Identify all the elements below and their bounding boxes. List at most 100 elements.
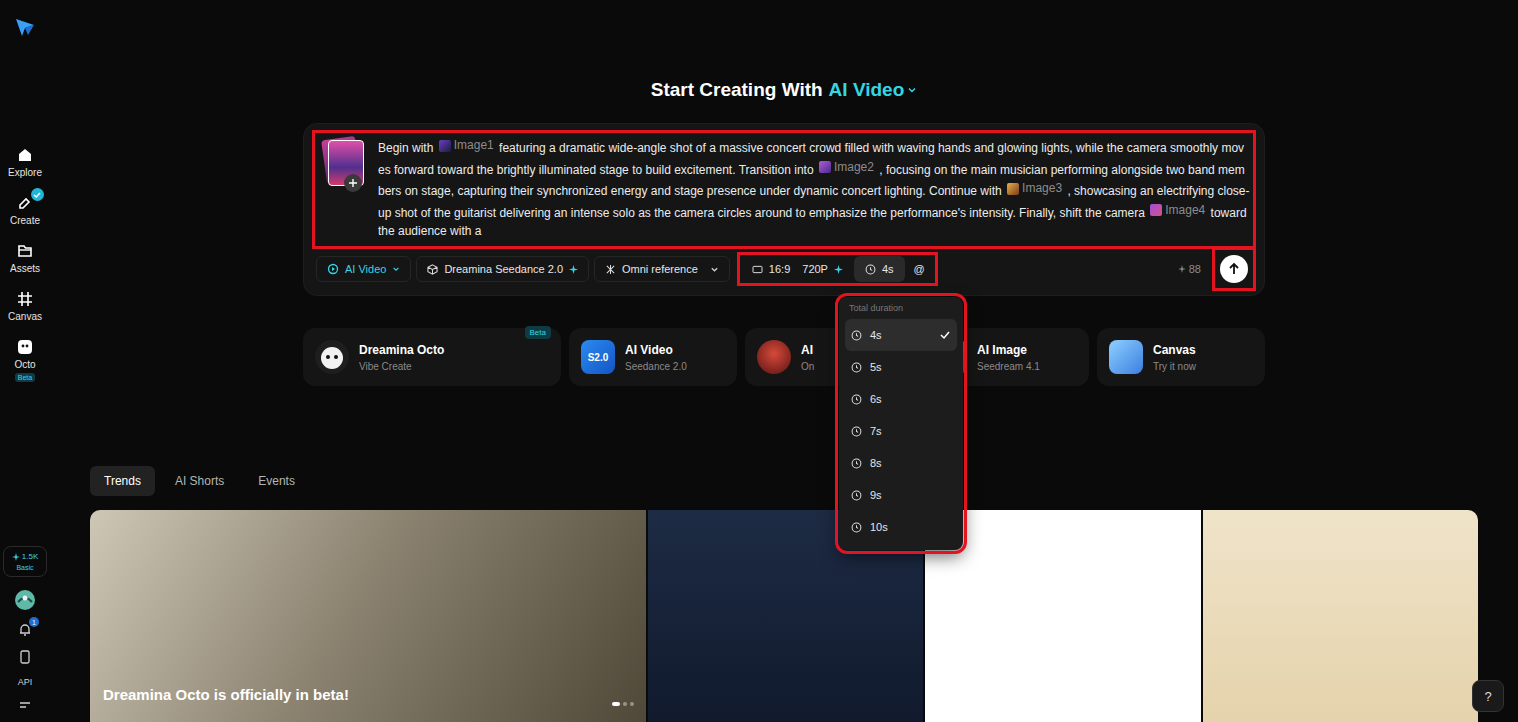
omni-reference-icon: [605, 264, 616, 275]
help-button[interactable]: ?: [1472, 680, 1504, 712]
cube-icon: [427, 264, 438, 275]
chevron-down-icon: [392, 265, 400, 273]
reference-select[interactable]: Omni reference: [594, 256, 730, 282]
ratio-resolution-select[interactable]: 16:9720P: [741, 256, 854, 282]
tool-cards: Dreamina OctoVibe CreateBetaS2.0AI Video…: [303, 328, 1265, 386]
crop-icon: [17, 291, 33, 307]
phone-icon[interactable]: [19, 650, 31, 664]
add-icon[interactable]: [344, 174, 362, 192]
clock-icon: [851, 458, 862, 469]
image-reference[interactable]: Image3: [1007, 179, 1062, 198]
beta-badge: Beta: [525, 326, 551, 339]
feed-tab[interactable]: AI Shorts: [161, 466, 238, 496]
sidebar-bottom: 1.5KBasic 1 API: [3, 546, 47, 710]
image-thumbnail-icon: [819, 161, 831, 173]
duration-option[interactable]: 10s: [845, 511, 957, 543]
sidebar-item[interactable]: Assets: [10, 242, 40, 276]
gallery-tile[interactable]: [925, 510, 1201, 722]
sidebar-nav: Explore Create Assets Canvas OctoBeta: [8, 146, 42, 382]
sparkle-icon: [12, 553, 20, 561]
tool-card-icon: [1109, 340, 1143, 374]
carousel-dot[interactable]: [623, 702, 627, 706]
image-reference[interactable]: Image1: [439, 136, 494, 155]
sparkle-icon: [834, 265, 843, 274]
clock-icon: [851, 426, 862, 437]
check-icon: [939, 329, 951, 341]
duration-option[interactable]: 4s: [845, 319, 957, 351]
prompt-area: Begin with Image1 featuring a dramatic w…: [316, 134, 1252, 245]
model-select[interactable]: Dreamina Seedance 2.0: [416, 256, 589, 282]
carousel-dot[interactable]: [612, 702, 620, 706]
sidebar-item[interactable]: Explore: [8, 146, 42, 180]
aspect-ratio-icon: [752, 265, 763, 274]
sidebar-item[interactable]: Canvas: [8, 290, 42, 324]
bell-icon[interactable]: 1: [18, 623, 32, 637]
notification-count: 1: [29, 617, 39, 627]
image-thumbnail-icon: [1150, 204, 1162, 216]
feed-tab[interactable]: Trends: [90, 466, 155, 496]
avatar-icon[interactable]: [15, 590, 35, 610]
tool-card[interactable]: CanvasTry it now: [1097, 328, 1265, 386]
mode-switch[interactable]: AI Video: [829, 78, 918, 102]
carousel-dot[interactable]: [630, 702, 634, 706]
tool-card-icon: S2.0: [581, 340, 615, 374]
duration-option[interactable]: 9s: [845, 479, 957, 511]
clock-icon: [851, 330, 862, 341]
clock-icon: [851, 522, 862, 533]
home-icon: [17, 147, 33, 163]
send-area: [1216, 251, 1252, 287]
arrow-up-icon: [1227, 262, 1241, 276]
credit-box[interactable]: 1.5KBasic: [3, 546, 47, 577]
send-button[interactable]: [1220, 255, 1248, 283]
gallery-tile[interactable]: Dreamina Octo is officially in beta!: [90, 510, 646, 722]
duration-menu: Total duration4s5s6s7s8s9s10s: [839, 297, 963, 550]
api-link[interactable]: API: [18, 677, 33, 687]
page-title: Start Creating WithAI Video: [651, 78, 918, 102]
tool-card[interactable]: Dreamina OctoVibe CreateBeta: [303, 328, 561, 386]
logo-icon[interactable]: [14, 16, 36, 38]
image-reference[interactable]: Image2: [819, 158, 874, 177]
credit-cost: 88: [1178, 263, 1201, 275]
clock-icon: [851, 394, 862, 405]
carousel-dots: [612, 702, 634, 706]
video-mode-icon: [327, 263, 339, 275]
duration-select[interactable]: 4s: [854, 256, 905, 282]
sparkle-icon: [1178, 265, 1186, 273]
duration-option[interactable]: 6s: [845, 383, 957, 415]
sidebar: Explore Create Assets Canvas OctoBeta 1.5KBa…: [0, 0, 50, 722]
sidebar-item[interactable]: Create: [10, 194, 40, 228]
feed-tabs: TrendsAI ShortsEvents: [90, 466, 1478, 496]
octo-icon: [16, 338, 34, 356]
clock-icon: [851, 490, 862, 501]
sidebar-item[interactable]: OctoBeta: [14, 338, 35, 382]
clock-icon: [865, 264, 876, 275]
chevron-down-icon: [710, 265, 719, 274]
gallery-tile[interactable]: [1203, 510, 1478, 722]
video-settings: 16:9720P4sTotal duration4s5s6s7s8s9s10s@: [741, 256, 934, 282]
clock-icon: [851, 362, 862, 373]
tool-card-icon: [757, 340, 791, 374]
mode-select[interactable]: AI Video: [316, 256, 411, 282]
gallery: Dreamina Octo is officially in beta!: [90, 510, 1478, 722]
mention-button[interactable]: @: [905, 256, 934, 282]
folder-icon: [17, 243, 33, 259]
check-badge-icon: [31, 188, 44, 201]
image-thumbnail-icon: [1007, 183, 1019, 195]
main-area: Start Creating WithAI Video Begin with I…: [50, 0, 1518, 722]
create-icon: [17, 195, 33, 211]
app-page: Explore Create Assets Canvas OctoBeta 1.5KBa…: [0, 0, 1518, 722]
image-thumbnail-icon: [439, 140, 451, 152]
duration-option[interactable]: 7s: [845, 415, 957, 447]
chevron-down-icon: [907, 85, 917, 95]
duration-option[interactable]: 8s: [845, 447, 957, 479]
menu-icon[interactable]: [19, 700, 31, 710]
sparkle-icon: [569, 265, 578, 274]
feed-tab[interactable]: Events: [244, 466, 309, 496]
duration-option[interactable]: 5s: [845, 351, 957, 383]
tool-card-icon: [315, 340, 349, 374]
tool-card[interactable]: S2.0AI VideoSeedance 2.0: [569, 328, 737, 386]
prompt-composer: Begin with Image1 featuring a dramatic w…: [303, 123, 1265, 296]
reference-thumbnails[interactable]: [318, 136, 366, 192]
image-reference[interactable]: Image4: [1150, 201, 1205, 220]
prompt-input[interactable]: Begin with Image1 featuring a dramatic w…: [378, 136, 1250, 241]
